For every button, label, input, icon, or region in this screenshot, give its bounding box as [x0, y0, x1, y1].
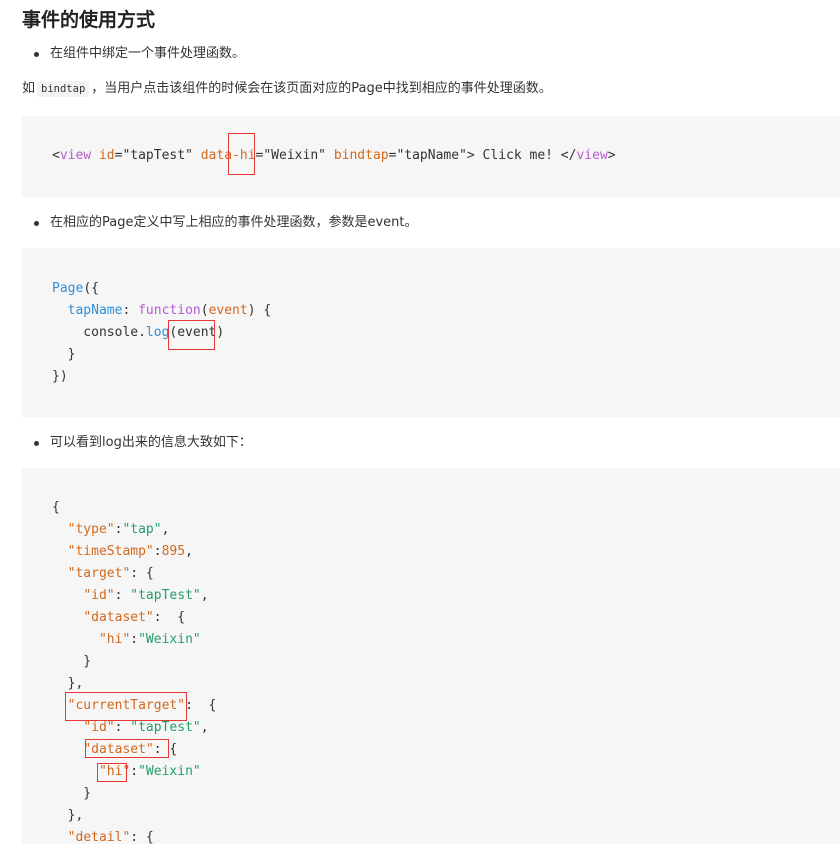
code-token: "tapTest" [122, 148, 193, 163]
bullet-item-log-output: 可以看到log出来的信息大致如下： [34, 433, 252, 453]
highlight-box-data-hi [228, 133, 255, 175]
code-token: < [52, 148, 60, 163]
code-token: ( [200, 303, 209, 318]
code-token: ({ [83, 281, 99, 296]
code-token: 895 [161, 544, 186, 559]
section-heading: 事件的使用方式 [22, 9, 156, 31]
code-token: event [208, 303, 248, 318]
code-token: > Click me! </ [466, 148, 577, 163]
bullet-item-bind-handler: 在组件中绑定一个事件处理函数。 [34, 44, 245, 64]
code-token: view [59, 148, 92, 163]
description-paragraph: 如 bindtap ，当用户点击该组件的时候会在该页面对应的Page中找到相应的事件… [22, 79, 552, 99]
code-token: }) [52, 369, 68, 384]
code-token: view [576, 148, 608, 163]
code-token: log [145, 325, 170, 340]
code-token: bindtap [333, 148, 389, 163]
code-wxml: <view id="tapTest" data-hi="Weixin" bind… [52, 145, 616, 167]
code-token: "timeStamp" [67, 544, 154, 559]
bullet-dot [34, 221, 39, 226]
code-token: "hi" [98, 632, 131, 647]
highlight-box-hi [97, 763, 127, 782]
code-token: "Weixin" [263, 148, 326, 163]
code-token: "type" [67, 522, 115, 537]
code-token: "Weixin" [138, 632, 201, 647]
highlight-box-currenttarget [65, 692, 187, 721]
para-prefix: 如 [22, 81, 36, 96]
bullet-text: 在组件中绑定一个事件处理函数。 [50, 46, 246, 61]
code-log: { "type":"tap", "timeStamp":895, "target… [52, 500, 217, 845]
highlight-box-dataset [85, 739, 169, 758]
code-token: "tapName" [396, 148, 467, 163]
code-token: Page [52, 281, 84, 296]
code-token: "detail" [67, 830, 131, 845]
bullet-text: 在相应的Page定义中写上相应的事件处理函数，参数是event。 [50, 215, 418, 230]
para-suffix: ，当用户点击该组件的时候会在该页面对应的Page中找到相应的事件处理函数。 [91, 81, 552, 96]
code-token: "tap" [122, 522, 162, 537]
code-token: "id" [83, 720, 115, 735]
code-token: } [52, 347, 76, 362]
inline-code-bindtap: bindtap [37, 81, 90, 97]
code-token: id [98, 148, 115, 163]
code-token: tapName [67, 303, 123, 318]
highlight-box-event [168, 320, 215, 350]
code-token: "id" [83, 588, 115, 603]
code-token: "tapTest" [130, 720, 201, 735]
code-token: { [52, 500, 60, 515]
code-token: ) { [247, 303, 272, 318]
bullet-dot [34, 441, 39, 446]
code-token: "target" [67, 566, 131, 581]
code-token: console. [52, 325, 146, 340]
bullet-item-page-handler: 在相应的Page定义中写上相应的事件处理函数，参数是event。 [34, 213, 418, 233]
bullet-text: 可以看到log出来的信息大致如下： [50, 435, 252, 450]
code-token: "tapTest" [130, 588, 201, 603]
code-token: "dataset" [83, 610, 154, 625]
code-token: "Weixin" [138, 764, 201, 779]
bullet-dot [34, 52, 39, 57]
code-js: Page({ tapName: function(event) { consol… [52, 278, 271, 388]
code-token: : [122, 303, 139, 318]
code-token: function [138, 303, 201, 318]
code-token: > [607, 148, 616, 163]
